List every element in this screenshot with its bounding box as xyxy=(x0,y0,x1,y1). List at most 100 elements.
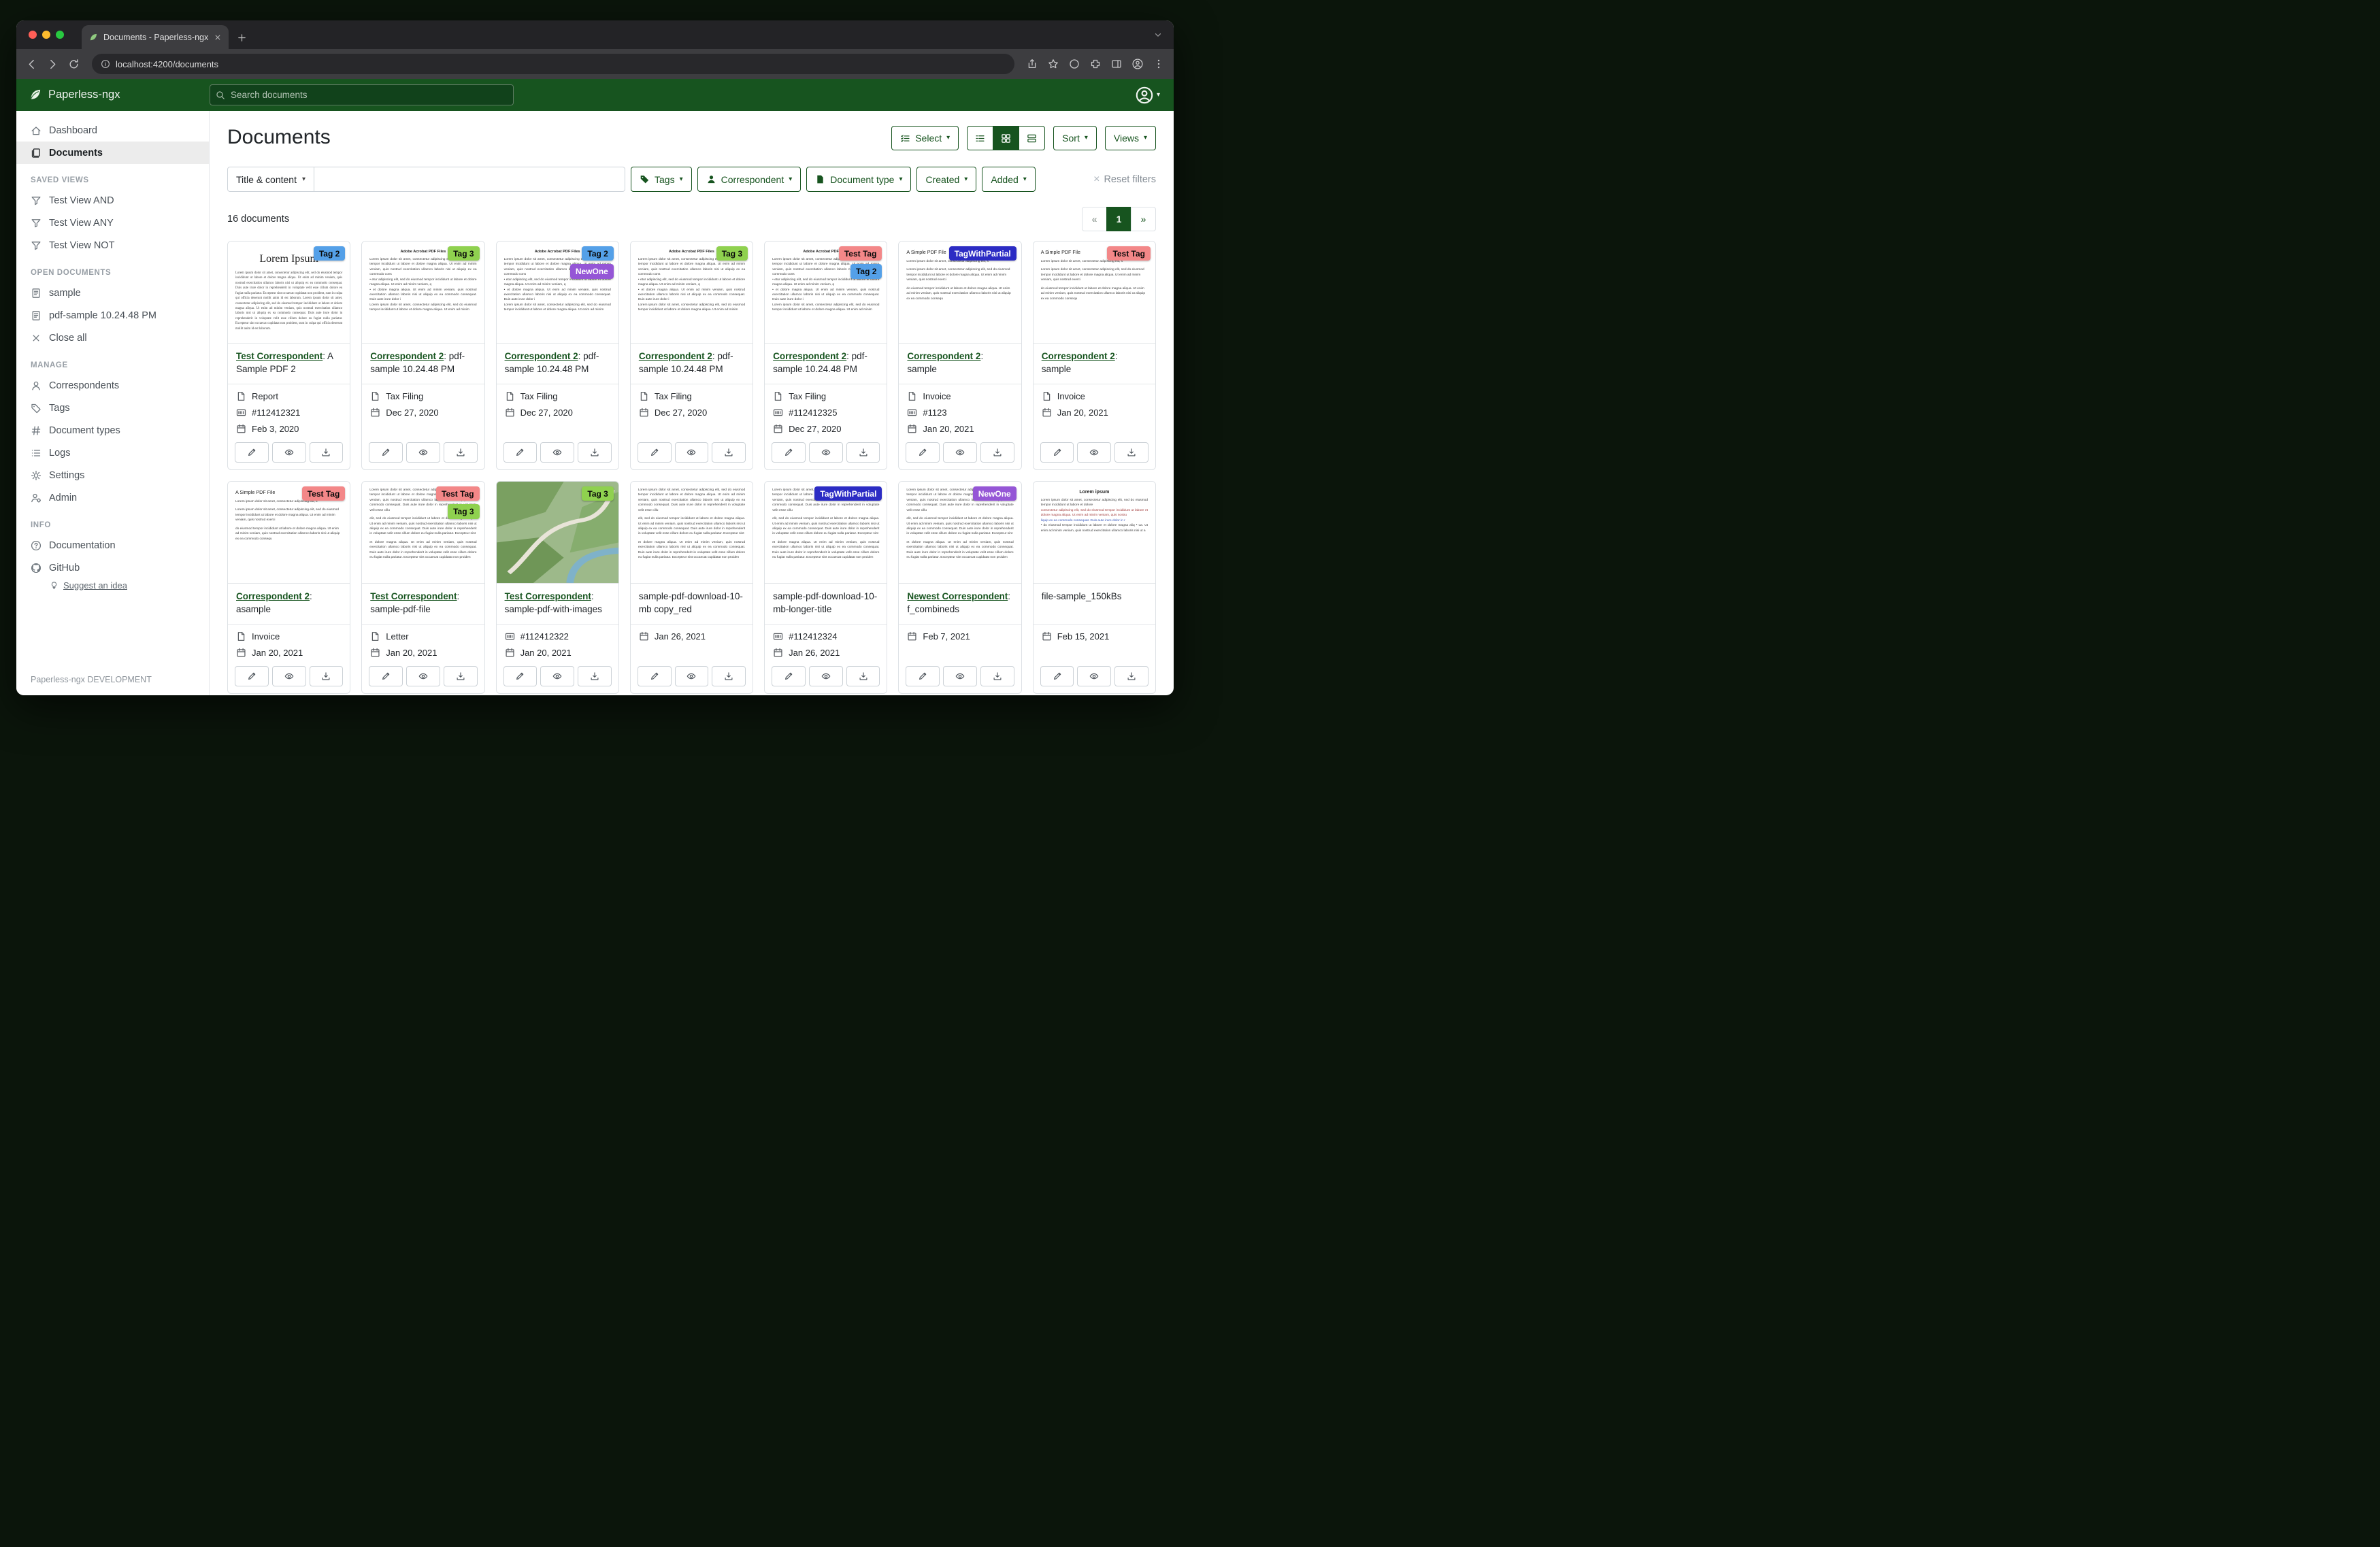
view-button[interactable] xyxy=(809,666,843,686)
sort-button[interactable]: Sort ▾ xyxy=(1053,126,1097,150)
tag-badge[interactable]: Tag 3 xyxy=(448,504,479,518)
tag-badge[interactable]: TagWithPartial xyxy=(949,246,1017,261)
document-card[interactable]: A Simple PDF FileLorem ipsum dolor sit a… xyxy=(898,241,1021,470)
tag-badge[interactable]: Test Tag xyxy=(436,486,480,501)
document-card[interactable]: Lorem ipsum dolor sit amet, consectetur … xyxy=(898,481,1021,694)
correspondent-filter-button[interactable]: Correspondent ▾ xyxy=(697,167,801,192)
document-card[interactable]: A Simple PDF FileLorem ipsum dolor sit a… xyxy=(1033,241,1156,470)
view-button[interactable] xyxy=(1077,442,1111,463)
view-button[interactable] xyxy=(406,442,440,463)
new-tab-button[interactable] xyxy=(237,33,247,43)
download-button[interactable] xyxy=(1114,442,1148,463)
sidebar-item-settings[interactable]: Settings xyxy=(16,464,209,486)
view-button[interactable] xyxy=(943,442,977,463)
edit-button[interactable] xyxy=(906,442,940,463)
download-button[interactable] xyxy=(1114,666,1148,686)
reset-filters-button[interactable]: × Reset filters xyxy=(1093,173,1156,186)
close-all-button[interactable]: Close all xyxy=(16,327,209,349)
view-button[interactable] xyxy=(540,442,574,463)
tab-overview-chevron-icon[interactable] xyxy=(1153,30,1163,39)
edit-button[interactable] xyxy=(772,442,806,463)
tag-badge[interactable]: Tag 2 xyxy=(582,246,613,261)
edit-button[interactable] xyxy=(772,666,806,686)
correspondent-link[interactable]: Correspondent 2 xyxy=(639,351,712,361)
download-button[interactable] xyxy=(712,666,746,686)
view-details-button[interactable] xyxy=(1019,126,1045,150)
suggest-idea-link[interactable]: Suggest an idea xyxy=(16,579,209,596)
open-document-pdf-sample-10-24-48-pm[interactable]: pdf-sample 10.24.48 PM xyxy=(16,304,209,327)
tag-badge[interactable]: NewOne xyxy=(973,486,1017,501)
correspondent-link[interactable]: Correspondent 2 xyxy=(1042,351,1115,361)
edit-button[interactable] xyxy=(235,442,269,463)
title-content-dropdown[interactable]: Title & content ▾ xyxy=(227,167,314,192)
edit-button[interactable] xyxy=(638,442,672,463)
document-card[interactable]: Lorem ipsum dolor sit amet, consectetur … xyxy=(361,481,484,694)
view-button[interactable] xyxy=(406,666,440,686)
tag-badge[interactable]: Tag 3 xyxy=(582,486,613,501)
created-filter-button[interactable]: Created ▾ xyxy=(916,167,976,192)
side-panel-icon[interactable] xyxy=(1111,59,1122,69)
filter-text-input[interactable] xyxy=(314,167,625,192)
document-card[interactable]: Lorem ipsumLorem ipsum dolor sit amet, c… xyxy=(1033,481,1156,694)
pagination-prev[interactable]: « xyxy=(1082,207,1107,231)
edit-button[interactable] xyxy=(1040,666,1074,686)
pagination-page-1[interactable]: 1 xyxy=(1106,207,1131,231)
document-card[interactable]: Lorem ipsum dolor sit amet, consectetur … xyxy=(630,481,753,694)
document-card[interactable]: Lorem IpsumLorem ipsum dolor sit amet, c… xyxy=(227,241,350,470)
document-thumbnail[interactable]: Lorem ipsum dolor sit amet, consectetur … xyxy=(631,482,753,584)
sidebar-item-correspondents[interactable]: Correspondents xyxy=(16,374,209,397)
tag-badge[interactable]: Test Tag xyxy=(839,246,882,261)
sidebar-item-tags[interactable]: Tags xyxy=(16,397,209,419)
view-button[interactable] xyxy=(809,442,843,463)
sidebar-item-dashboard[interactable]: Dashboard xyxy=(16,119,209,142)
select-button[interactable]: Select ▾ xyxy=(891,126,959,150)
address-bar[interactable]: localhost:4200/documents xyxy=(92,54,1014,74)
forward-button[interactable] xyxy=(47,59,59,70)
document-card[interactable]: Adobe Acrobat PDF FilesLorem ipsum dolor… xyxy=(361,241,484,470)
view-button[interactable] xyxy=(272,442,306,463)
correspondent-link[interactable]: Test Correspondent xyxy=(236,351,323,361)
edit-button[interactable] xyxy=(369,442,403,463)
search-input[interactable] xyxy=(210,84,514,105)
download-button[interactable] xyxy=(980,666,1014,686)
tag-badge[interactable]: Test Tag xyxy=(1107,246,1151,261)
document-card[interactable]: A Simple PDF FileLorem ipsum dolor sit a… xyxy=(227,481,350,694)
correspondent-link[interactable]: Correspondent 2 xyxy=(773,351,846,361)
added-filter-button[interactable]: Added ▾ xyxy=(982,167,1036,192)
sidebar-item-admin[interactable]: Admin xyxy=(16,486,209,509)
browser-profile-icon[interactable] xyxy=(1132,59,1143,69)
sidebar-item-documentation[interactable]: Documentation xyxy=(16,534,209,556)
sidebar-item-logs[interactable]: Logs xyxy=(16,442,209,464)
edit-button[interactable] xyxy=(503,442,538,463)
minimize-window-button[interactable] xyxy=(42,31,50,39)
view-button[interactable] xyxy=(675,666,709,686)
view-button[interactable] xyxy=(540,666,574,686)
download-button[interactable] xyxy=(578,666,612,686)
share-icon[interactable] xyxy=(1027,59,1038,69)
tag-badge[interactable]: Tag 3 xyxy=(448,246,479,261)
back-button[interactable] xyxy=(26,59,37,70)
browser-menu-icon[interactable] xyxy=(1153,59,1164,69)
document-card[interactable]: Lorem ipsum dolor sit amet, consectetur … xyxy=(764,481,887,694)
pagination-next[interactable]: » xyxy=(1131,207,1156,231)
download-button[interactable] xyxy=(310,442,344,463)
correspondent-link[interactable]: Correspondent 2 xyxy=(370,351,444,361)
edit-button[interactable] xyxy=(503,666,538,686)
reader-mode-icon[interactable] xyxy=(1069,59,1080,69)
edit-button[interactable] xyxy=(235,666,269,686)
view-button[interactable] xyxy=(1077,666,1111,686)
download-button[interactable] xyxy=(980,442,1014,463)
tag-badge[interactable]: NewOne xyxy=(570,264,614,278)
sidebar-item-document-types[interactable]: Document types xyxy=(16,419,209,442)
document-card[interactable]: Adobe Acrobat PDF FilesLorem ipsum dolor… xyxy=(496,241,619,470)
sidebar-item-github[interactable]: GitHub xyxy=(16,556,209,579)
tag-badge[interactable]: Tag 2 xyxy=(314,246,345,261)
edit-button[interactable] xyxy=(369,666,403,686)
reload-button[interactable] xyxy=(68,59,80,70)
saved-view-test-view-any[interactable]: Test View ANY xyxy=(16,212,209,234)
bookmark-star-icon[interactable] xyxy=(1048,59,1059,69)
download-button[interactable] xyxy=(712,442,746,463)
download-button[interactable] xyxy=(846,666,880,686)
browser-tab[interactable]: Documents - Paperless-ngx xyxy=(82,25,229,49)
view-button[interactable] xyxy=(943,666,977,686)
